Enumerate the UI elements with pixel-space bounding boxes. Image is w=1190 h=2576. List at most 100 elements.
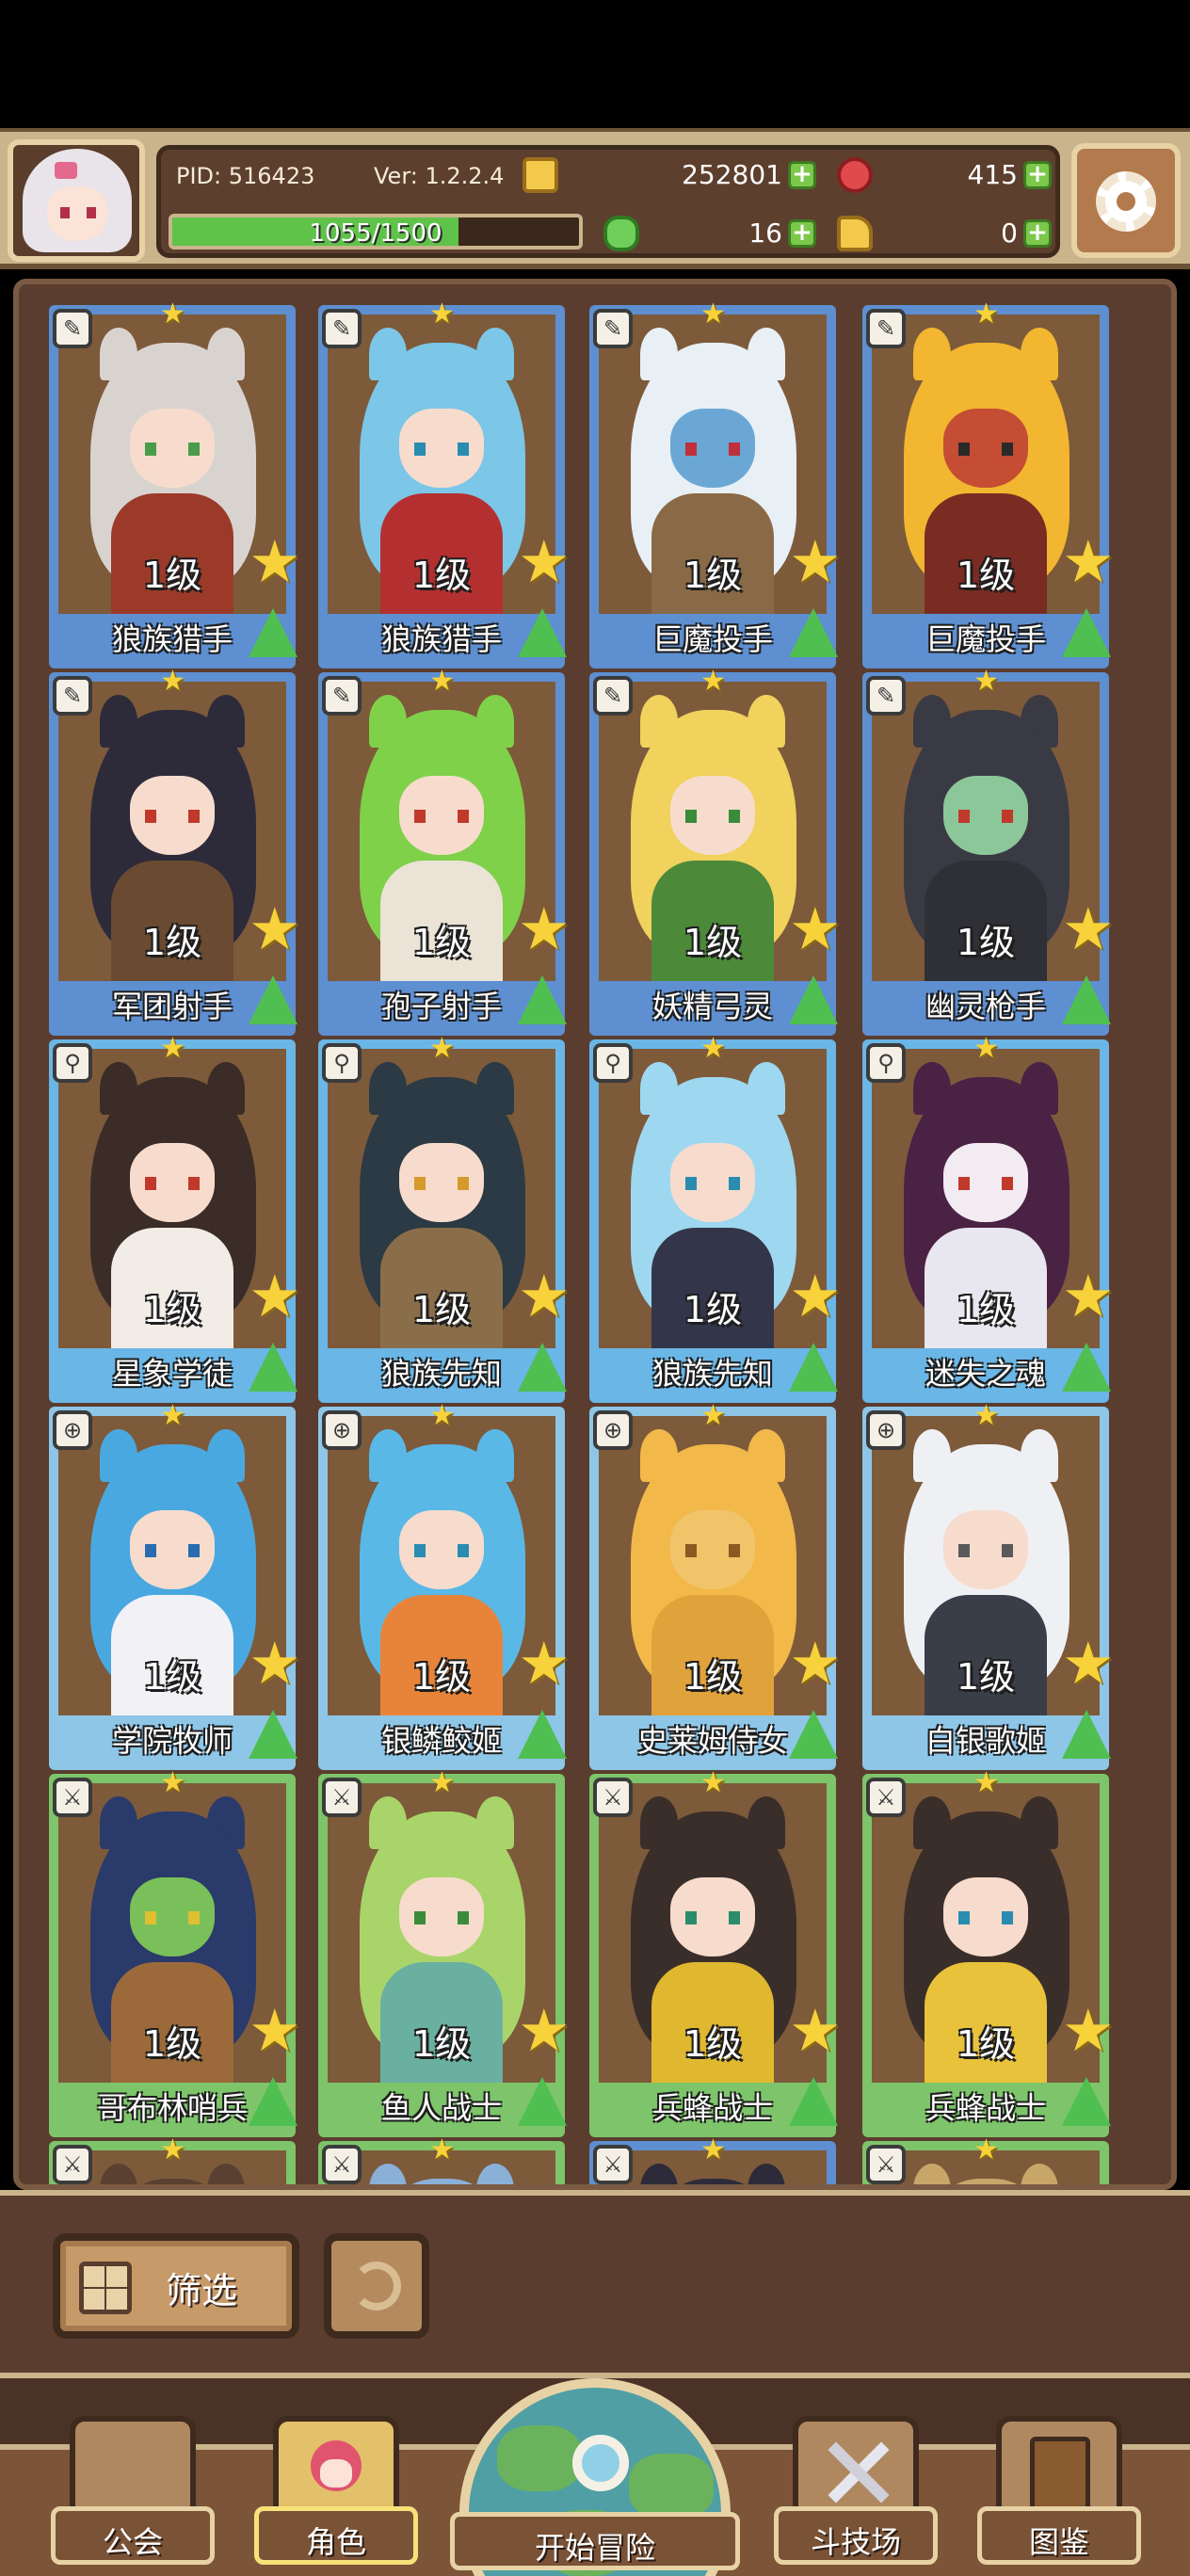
staff-icon: ⚲ [593,1043,633,1083]
character-card[interactable]: ⚔ ★ [318,2133,565,2184]
nav-adventure-label: 开始冒险 [534,2530,655,2566]
grid-filter-icon [79,2262,132,2314]
filter-toolbar: 筛选 [0,2190,1190,2378]
character-name: 哥布林哨兵 [96,2090,248,2126]
reset-sort-button[interactable] [324,2233,429,2339]
nav-arena-label: 斗技场 [810,2524,901,2560]
character-card[interactable]: ⚔ ★ 1级 ★ 哥布林哨兵 [49,1766,301,2137]
character-card[interactable]: ⚲ ★ 1级 ★ 星象学徒 [49,1032,301,1403]
add-keys-button[interactable]: + [1023,219,1052,248]
character-roster-grid[interactable]: ✎ ★ 1级 ★ 狼族猎手 ✎ ★ 1级 ★ 狼族猎手 ✎ ★ 1级 ★ 巨魔投手 ✎ ★ 1级 ★ 巨魔投手 ✎ ★ 1级… [13,279,1177,2190]
sword-icon: ⚔ [53,1778,92,1817]
character-card[interactable]: ⚔ ★ 1级 ★ 兵蜂战士 [862,1766,1115,2137]
rarity-star-icon: ★ [160,298,185,330]
character-card[interactable]: ✎ ★ 1级 ★ 狼族猎手 [49,298,301,668]
character-name: 幽灵枪手 [925,989,1046,1024]
gem-amount: 415 [967,159,1018,190]
leaf-icon: ✎ [866,309,906,348]
sword-icon: ⚔ [322,2145,362,2184]
rarity-star-icon: ★ [429,2133,455,2166]
character-card[interactable]: ✎ ★ 1级 ★ 孢子射手 [318,665,571,1036]
star-rank-icon: ★ [1062,1262,1115,1330]
star-rank-icon: ★ [518,527,571,596]
character-card[interactable]: ⚔ ★ 1级 ★ 兵蜂战士 [589,1766,842,2137]
star-rank-icon: ★ [1062,527,1115,596]
character-card[interactable]: ⚔ ★ [589,2133,836,2184]
clover-icon [603,216,639,251]
settings-button[interactable] [1071,143,1181,258]
refresh-icon [352,2262,401,2310]
star-rank-icon: ★ [518,1262,571,1330]
bottom-navigation: 公会 角色 开始冒险 斗技场 图鉴 [0,2378,1190,2576]
character-name: 军团射手 [111,989,233,1024]
rarity-star-icon: ★ [429,1032,455,1065]
character-card[interactable]: ⚔ ★ [49,2133,296,2184]
add-gems-button[interactable]: + [1023,161,1052,189]
character-card[interactable]: ⊕ ★ 1级 ★ 学院牧师 [49,1399,301,1770]
rarity-star-icon: ★ [160,1032,185,1065]
sword-icon: ⚔ [322,1778,362,1817]
character-name: 史莱姆侍女 [636,1723,788,1759]
rarity-star-icon: ★ [429,298,455,330]
nav-codex[interactable]: 图鉴 [977,2416,1141,2567]
nav-codex-label: 图鉴 [1028,2524,1089,2560]
rarity-star-icon: ★ [429,665,455,698]
cross-icon: ⊕ [322,1410,362,1450]
star-rank-icon: ★ [518,894,571,963]
star-rank-icon: ★ [789,894,842,963]
character-name: 狼族先知 [651,1356,773,1392]
character-name: 兵蜂战士 [651,2090,773,2126]
character-card[interactable]: ⚲ ★ 1级 ★ 狼族先知 [589,1032,842,1403]
leaf-icon: ✎ [866,676,906,716]
star-rank-icon: ★ [789,1996,842,2065]
character-card[interactable]: ✎ ★ 1级 ★ 幽灵枪手 [862,665,1115,1036]
staff-icon: ⚲ [322,1043,362,1083]
add-clover-button[interactable]: + [788,219,816,248]
nav-arena[interactable]: 斗技场 [774,2416,938,2567]
nav-characters[interactable]: 角色 [254,2416,418,2567]
character-card[interactable]: ⊕ ★ 1级 ★ 银鳞鲛姬 [318,1399,571,1770]
character-name: 银鳞鲛姬 [380,1723,502,1759]
leaf-icon: ✎ [593,309,633,348]
character-name: 迷失之魂 [925,1356,1046,1392]
character-name: 白银歌姬 [925,1723,1046,1759]
experience-bar: 1055/1500 [169,214,583,250]
ruby-gem-icon [837,157,873,193]
character-card[interactable]: ⚲ ★ 1级 ★ 迷失之魂 [862,1032,1115,1403]
rarity-star-icon: ★ [973,2133,999,2166]
character-name: 兵蜂战士 [925,2090,1046,2126]
rarity-star-icon: ★ [429,1766,455,1799]
character-name: 狼族猎手 [111,621,233,657]
add-gold-button[interactable]: + [788,161,816,189]
character-name: 星象学徒 [111,1356,233,1392]
player-avatar[interactable] [8,139,145,262]
character-card[interactable]: ✎ ★ 1级 ★ 狼族猎手 [318,298,571,668]
rarity-star-icon: ★ [973,1032,999,1065]
leaf-icon: ✎ [593,676,633,716]
nav-guild-label: 公会 [102,2524,163,2560]
character-card[interactable]: ⚔ ★ [862,2133,1109,2184]
character-card[interactable]: ✎ ★ 1级 ★ 巨魔投手 [589,298,842,668]
character-card[interactable]: ✎ ★ 1级 ★ 军团射手 [49,665,301,1036]
star-rank-icon: ★ [789,1629,842,1698]
nav-start-adventure[interactable]: 开始冒险 [450,2378,740,2576]
leaf-icon: ✎ [322,309,362,348]
character-card[interactable]: ⊕ ★ 1级 ★ 史莱姆侍女 [589,1399,842,1770]
gold-coin-icon [523,157,558,193]
nav-guild[interactable]: 公会 [51,2416,215,2567]
filter-label: 筛选 [166,2270,238,2311]
star-rank-icon: ★ [249,894,301,963]
filter-button[interactable]: 筛选 [53,2233,299,2339]
star-rank-icon: ★ [789,1262,842,1330]
rarity-star-icon: ★ [700,2133,726,2166]
character-card[interactable]: ⚲ ★ 1级 ★ 狼族先知 [318,1032,571,1403]
rarity-star-icon: ★ [700,1399,726,1432]
star-rank-icon: ★ [1062,1629,1115,1698]
star-rank-icon: ★ [518,1996,571,2065]
character-card[interactable]: ✎ ★ 1级 ★ 妖精弓灵 [589,665,842,1036]
character-card[interactable]: ⊕ ★ 1级 ★ 白银歌姬 [862,1399,1115,1770]
character-card[interactable]: ✎ ★ 1级 ★ 巨魔投手 [862,298,1115,668]
character-name: 孢子射手 [380,989,502,1024]
star-rank-icon: ★ [249,527,301,596]
character-card[interactable]: ⚔ ★ 1级 ★ 鱼人战士 [318,1766,571,2137]
